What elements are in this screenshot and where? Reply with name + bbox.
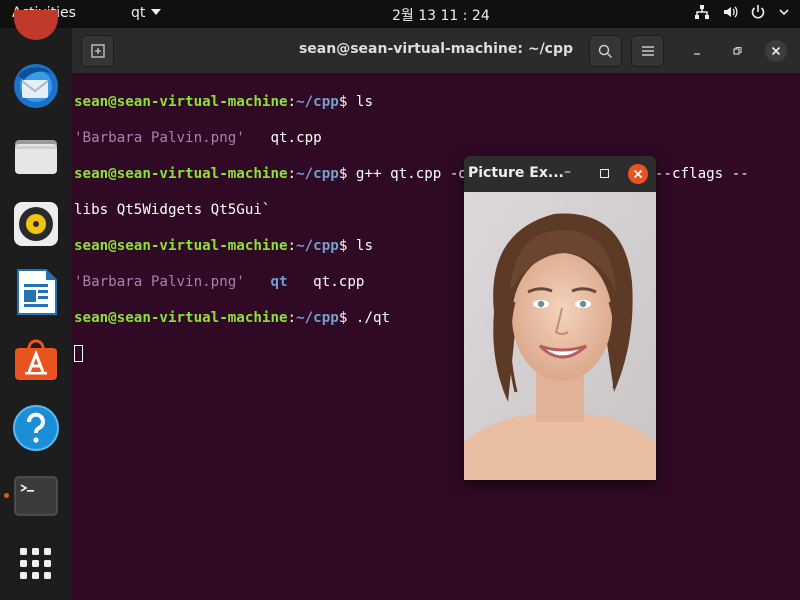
prompt-colon: : — [287, 238, 297, 254]
picture-minimize-button[interactable]: – — [564, 164, 571, 180]
file-entry: 'Barbara Palvin.png' — [74, 274, 245, 290]
terminal-line: 'Barbara Palvin.png' qt.cpp — [74, 129, 792, 147]
picture-window-title: Picture Ex... — [468, 165, 564, 181]
dock-thunderbird[interactable] — [12, 62, 60, 110]
terminal-icon — [14, 476, 58, 516]
prompt-user: sean@sean-virtual-machine — [74, 310, 288, 326]
prompt-user: sean@sean-virtual-machine — [74, 166, 288, 182]
prompt-path: ~/cpp — [296, 238, 339, 254]
minimize-button[interactable] — [686, 40, 708, 62]
terminal-line: libs Qt5Widgets Qt5Gui` — [74, 201, 792, 219]
new-tab-icon — [90, 44, 105, 58]
help-icon — [13, 405, 59, 451]
prompt-path: ~/cpp — [296, 94, 339, 110]
dock-files[interactable] — [12, 132, 60, 180]
close-icon — [771, 46, 781, 56]
minimize-icon — [694, 53, 700, 55]
terminal-headerbar[interactable]: sean@sean-virtual-machine: ~/cpp — [72, 28, 800, 74]
command-text: ./qt — [347, 310, 391, 326]
terminal-cursor — [74, 345, 83, 362]
app-menu[interactable]: qt — [131, 5, 162, 21]
new-tab-button[interactable] — [81, 35, 114, 67]
prompt-user: sean@sean-virtual-machine — [74, 94, 288, 110]
clock[interactable]: 2월 13 11 : 24 — [392, 5, 490, 25]
software-icon — [15, 339, 57, 380]
command-text: ls — [347, 238, 373, 254]
terminal-line — [74, 345, 792, 363]
restore-icon — [733, 46, 742, 55]
command-text: ls — [347, 94, 373, 110]
app-grid-icon — [20, 548, 51, 579]
dock-writer[interactable] — [12, 268, 60, 316]
system-tray[interactable] — [694, 4, 790, 20]
terminal-window[interactable]: sean@sean-virtual-machine: ~/cpp sean@se… — [72, 28, 800, 600]
command-text: libs Qt5Widgets Qt5Gui` — [74, 202, 271, 218]
close-icon — [633, 169, 643, 179]
file-entry: 'Barbara Palvin.png' — [74, 130, 245, 146]
file-entry: qt — [244, 274, 288, 290]
portrait-image — [464, 192, 656, 480]
maximize-button[interactable] — [726, 40, 748, 62]
terminal-line: sean@sean-virtual-machine:~/cpp$ ./qt — [74, 309, 792, 327]
prompt-colon: : — [287, 310, 297, 326]
terminal-line: sean@sean-virtual-machine:~/cpp$ g++ qt.… — [74, 165, 792, 183]
power-icon — [751, 5, 765, 19]
file-entry: qt.cpp — [244, 130, 322, 146]
prompt-path: ~/cpp — [296, 310, 339, 326]
picture-maximize-button[interactable] — [600, 169, 609, 178]
dock-software[interactable] — [12, 336, 60, 384]
volume-icon — [724, 6, 738, 18]
network-icon — [695, 5, 709, 19]
dock-show-applications[interactable] — [12, 540, 60, 588]
terminal-output[interactable]: sean@sean-virtual-machine:~/cpp$ ls 'Bar… — [74, 75, 792, 399]
close-button[interactable] — [765, 40, 787, 62]
search-icon — [598, 44, 613, 58]
terminal-line: 'Barbara Palvin.png' qt qt.cpp — [74, 273, 792, 291]
dock — [0, 10, 72, 600]
menu-button[interactable] — [631, 35, 664, 67]
prompt-user: sean@sean-virtual-machine — [74, 238, 288, 254]
picture-window[interactable]: Picture Ex... – — [464, 156, 656, 480]
top-bar: Activities qt 2월 13 11 : 24 — [0, 0, 800, 28]
dock-help[interactable] — [12, 404, 60, 452]
prompt-colon: : — [287, 94, 297, 110]
picture-window-titlebar[interactable]: Picture Ex... – — [464, 156, 656, 192]
terminal-line: sean@sean-virtual-machine:~/cpp$ ls — [74, 93, 792, 111]
prompt-path: ~/cpp — [296, 166, 339, 182]
search-button[interactable] — [589, 35, 622, 67]
picture-close-button[interactable] — [628, 164, 648, 184]
partial-app-icon[interactable] — [14, 10, 58, 40]
chevron-down-icon — [151, 9, 162, 15]
files-icon — [15, 140, 57, 174]
file-entry: qt.cpp — [287, 274, 365, 290]
dock-terminal[interactable] — [12, 472, 60, 520]
portrait-photo — [464, 192, 656, 480]
hamburger-menu-icon — [641, 46, 654, 56]
dock-rhythmbox[interactable] — [12, 200, 60, 248]
terminal-line: sean@sean-virtual-machine:~/cpp$ ls — [74, 237, 792, 255]
prompt-colon: : — [287, 166, 297, 182]
app-menu-label: qt — [131, 5, 146, 21]
running-indicator — [4, 493, 9, 498]
writer-icon — [17, 269, 57, 315]
chevron-down-icon — [779, 9, 789, 16]
thunderbird-icon — [14, 64, 58, 108]
rhythmbox-icon — [14, 202, 58, 246]
